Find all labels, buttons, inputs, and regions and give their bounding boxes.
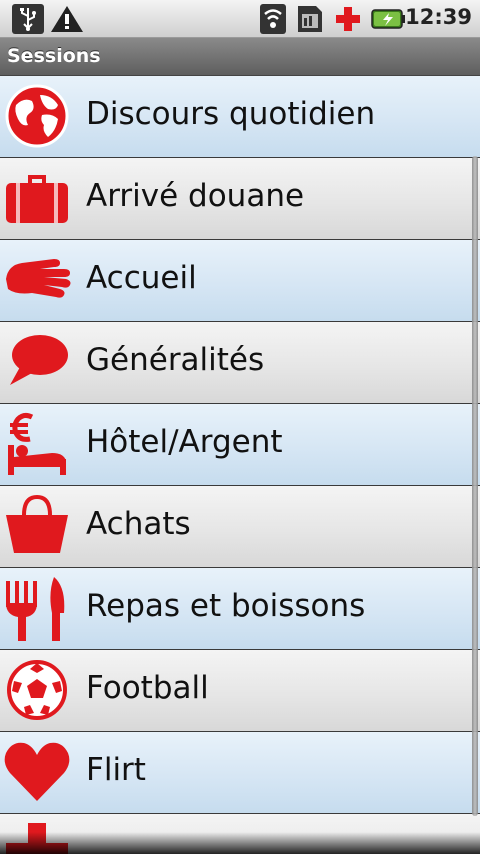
sessions-list[interactable]: Discours quotidien Arrivé douane Accueil bbox=[0, 76, 480, 854]
shopping-basket-icon bbox=[6, 494, 68, 553]
session-item-repas-et-boissons[interactable]: Repas et boissons bbox=[0, 568, 480, 650]
heart-icon bbox=[4, 742, 70, 801]
screen: 12:39 Sessions Discours quotidien Arrivé… bbox=[0, 0, 480, 854]
session-label: Généralités bbox=[86, 342, 265, 378]
session-item-flirt[interactable]: Flirt bbox=[0, 732, 480, 814]
title-bar: Sessions bbox=[0, 38, 480, 76]
suitcase-icon bbox=[6, 175, 68, 223]
session-item-football[interactable]: Football bbox=[0, 650, 480, 732]
session-item-hotel-argent[interactable]: Hôtel/Argent bbox=[0, 404, 480, 486]
session-item-arrive-douane[interactable]: Arrivé douane bbox=[0, 158, 480, 240]
hand-icon bbox=[6, 259, 71, 298]
status-time: 12:39 bbox=[405, 5, 472, 29]
session-label: Accueil bbox=[86, 260, 197, 296]
session-label: Flirt bbox=[86, 752, 146, 788]
session-label: Arrivé douane bbox=[86, 178, 305, 214]
session-label: Hôtel/Argent bbox=[86, 424, 283, 460]
wifi-icon bbox=[260, 4, 286, 34]
speech-bubble-icon bbox=[10, 335, 68, 385]
medical-cross-icon bbox=[336, 7, 360, 31]
session-item-accueil[interactable]: Accueil bbox=[0, 240, 480, 322]
usb-icon bbox=[12, 4, 44, 34]
session-item-partial[interactable] bbox=[0, 814, 480, 854]
session-item-achats[interactable]: Achats bbox=[0, 486, 480, 568]
globe-icon bbox=[5, 84, 69, 148]
warning-icon bbox=[51, 6, 83, 32]
soccer-ball-icon bbox=[7, 660, 67, 720]
status-bar: 12:39 bbox=[0, 0, 480, 38]
list-scrollbar[interactable] bbox=[472, 156, 478, 816]
session-label: Achats bbox=[86, 506, 191, 542]
session-label: Discours quotidien bbox=[86, 96, 376, 132]
session-label: Repas et boissons bbox=[86, 588, 366, 624]
sim-card-icon bbox=[298, 6, 322, 32]
hotel-euro-icon bbox=[8, 412, 66, 475]
page-title: Sessions bbox=[7, 45, 101, 67]
session-item-discours-quotidien[interactable]: Discours quotidien bbox=[0, 76, 480, 158]
session-label: Football bbox=[86, 670, 209, 706]
medical-cross-icon bbox=[6, 823, 68, 854]
fork-knife-icon bbox=[6, 577, 65, 641]
battery-charging-icon bbox=[371, 9, 405, 29]
session-item-generalites[interactable]: Généralités bbox=[0, 322, 480, 404]
